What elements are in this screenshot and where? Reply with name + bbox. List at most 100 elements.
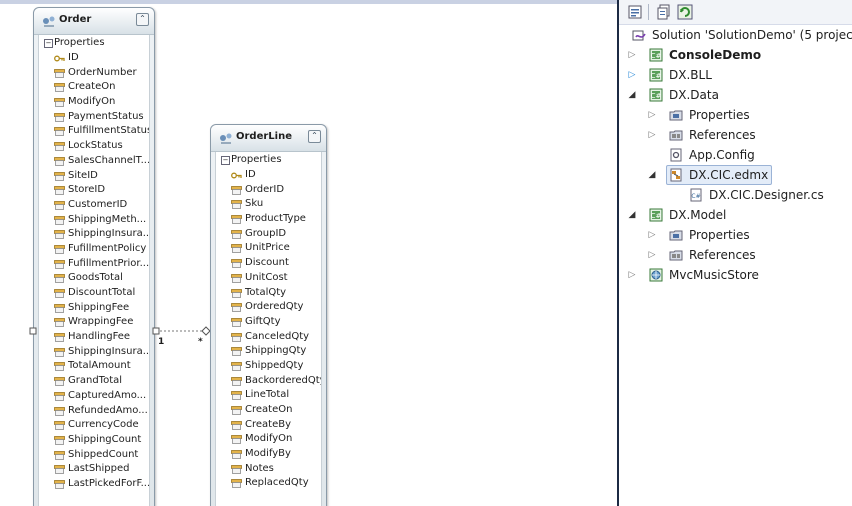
property-row[interactable]: LastPickedForF... [39, 477, 149, 492]
properties-icon[interactable] [627, 4, 643, 20]
collapsed-arrow-icon[interactable]: ▷ [627, 265, 637, 285]
show-all-files-icon[interactable] [656, 4, 672, 20]
collapsed-arrow-icon[interactable]: ▷ [647, 125, 657, 145]
collapsed-arrow-icon[interactable]: ▷ [627, 45, 637, 65]
tree-item[interactable]: ◢ C# DX.Data [619, 85, 852, 105]
expanded-arrow-icon[interactable]: ◢ [627, 85, 637, 105]
property-row[interactable]: ShippingCount [39, 433, 149, 448]
collapsed-arrow-icon[interactable]: ▷ [647, 225, 657, 245]
properties-section-header[interactable]: − Properties [39, 35, 149, 51]
tree-item[interactable]: C# DX.CIC.Designer.cs [619, 185, 852, 205]
properties-section-header[interactable]: − Properties [216, 152, 321, 168]
tree-item[interactable]: ▷ C# DX.BLL [619, 65, 852, 85]
property-row[interactable]: GiftQty [216, 315, 321, 330]
property-row[interactable]: Discount [216, 256, 321, 271]
property-row[interactable]: SiteID [39, 169, 149, 184]
tree-item-label: DX.BLL [669, 68, 712, 82]
property-row[interactable]: UnitPrice [216, 241, 321, 256]
property-row[interactable]: CustomerID [39, 198, 149, 213]
property-row[interactable]: LastShipped [39, 462, 149, 477]
property-row[interactable]: StoreID [39, 183, 149, 198]
property-row[interactable]: HandlingFee [39, 330, 149, 345]
property-icon [231, 420, 242, 430]
property-row[interactable]: GroupID [216, 227, 321, 242]
property-icon [54, 421, 65, 431]
property-name: ShippingInsura... [68, 228, 149, 240]
property-row[interactable]: ModifyOn [39, 95, 149, 110]
tree-item[interactable]: ▷ References [619, 245, 852, 265]
property-row[interactable]: FulfillmentStatus [39, 124, 149, 139]
property-name: ShippingCount [68, 433, 142, 445]
entity-orderline-header[interactable]: OrderLine ⌃ [211, 125, 326, 152]
property-row[interactable]: SalesChannelT... [39, 154, 149, 169]
tree-item[interactable]: ▷ Properties [619, 225, 852, 245]
property-row[interactable]: GoodsTotal [39, 271, 149, 286]
property-row[interactable]: ShippedCount [39, 448, 149, 463]
property-icon [231, 200, 242, 210]
property-row[interactable]: UnitCost [216, 271, 321, 286]
property-row[interactable]: TotalAmount [39, 359, 149, 374]
property-row[interactable]: PaymentStatus [39, 110, 149, 125]
property-row[interactable]: ModifyBy [216, 447, 321, 462]
property-name: LastPickedForF... [68, 477, 149, 489]
tree-item[interactable]: ◢ DX.CIC.edmx [619, 165, 852, 185]
property-row[interactable]: FufillmentPolicy [39, 242, 149, 257]
property-row[interactable]: BackorderedQty [216, 374, 321, 389]
property-row[interactable]: GrandTotal [39, 374, 149, 389]
collapsed-arrow-icon[interactable]: ▷ [627, 65, 637, 85]
property-row[interactable]: CreateBy [216, 418, 321, 433]
property-name: ID [245, 169, 256, 180]
entity-designer-canvas[interactable]: Order ⌃ − Properties ID OrderNumber Create… [0, 0, 617, 506]
property-row[interactable]: LineTotal [216, 388, 321, 403]
property-icon [54, 391, 65, 401]
collapse-section-icon[interactable]: − [221, 156, 230, 165]
property-row[interactable]: ShippingQty [216, 344, 321, 359]
property-row[interactable]: ShippingFee [39, 301, 149, 316]
property-row[interactable]: TotalQty [216, 286, 321, 301]
tree-item[interactable]: ▷ C# ConsoleDemo [619, 45, 852, 65]
property-row[interactable]: CreateOn [216, 403, 321, 418]
property-row[interactable]: ShippedQty [216, 359, 321, 374]
tree-item[interactable]: ◢ C# DX.Model [619, 205, 852, 225]
entity-order[interactable]: Order ⌃ − Properties ID OrderNumber Create… [33, 7, 155, 506]
entity-orderline[interactable]: OrderLine ⌃ − Properties ID OrderID Sku Pro… [210, 124, 327, 506]
property-name: SalesChannelT... [68, 154, 149, 166]
property-row[interactable]: Sku [216, 197, 321, 212]
property-row[interactable]: OrderedQty [216, 300, 321, 315]
collapse-icon[interactable]: ⌃ [136, 13, 149, 26]
property-row[interactable]: ReplacedQty [216, 476, 321, 491]
expanded-arrow-icon[interactable]: ◢ [627, 205, 637, 225]
property-row[interactable]: FufillmentPrior... [39, 257, 149, 272]
refresh-icon[interactable] [677, 4, 693, 20]
tree-item[interactable]: ▷ MvcMusicStore [619, 265, 852, 285]
tree-item[interactable]: ▷ References [619, 125, 852, 145]
collapse-icon[interactable]: ⌃ [308, 130, 321, 143]
expanded-arrow-icon[interactable]: ◢ [647, 165, 657, 185]
property-row[interactable]: LockStatus [39, 139, 149, 154]
tree-item[interactable]: App.Config [619, 145, 852, 165]
property-row[interactable]: CreateOn [39, 80, 149, 95]
property-row[interactable]: CurrencyCode [39, 418, 149, 433]
tree-item[interactable]: ▷ Properties [619, 105, 852, 125]
property-row[interactable]: OrderNumber [39, 66, 149, 81]
collapsed-arrow-icon[interactable]: ▷ [647, 105, 657, 125]
collapse-section-icon[interactable]: − [44, 39, 53, 48]
property-row[interactable]: Notes [216, 462, 321, 477]
property-name: StoreID [68, 184, 106, 196]
property-row[interactable]: DiscountTotal [39, 286, 149, 301]
property-row[interactable]: OrderID [216, 183, 321, 198]
collapsed-arrow-icon[interactable]: ▷ [647, 245, 657, 265]
property-row[interactable]: CanceledQty [216, 330, 321, 345]
property-row[interactable]: ShippingInsura... [39, 345, 149, 360]
entity-order-header[interactable]: Order ⌃ [34, 8, 154, 35]
tree-item[interactable]: Solution 'SolutionDemo' (5 projects) [619, 25, 852, 45]
property-row[interactable]: ProductType [216, 212, 321, 227]
property-row[interactable]: ModifyOn [216, 432, 321, 447]
property-row[interactable]: ShippingInsura... [39, 227, 149, 242]
property-row[interactable]: ID [216, 168, 321, 183]
property-row[interactable]: ShippingMeth... [39, 213, 149, 228]
property-row[interactable]: CapturedAmo... [39, 389, 149, 404]
property-row[interactable]: RefundedAmo... [39, 404, 149, 419]
property-row[interactable]: ID [39, 51, 149, 66]
property-row[interactable]: WrappingFee [39, 315, 149, 330]
